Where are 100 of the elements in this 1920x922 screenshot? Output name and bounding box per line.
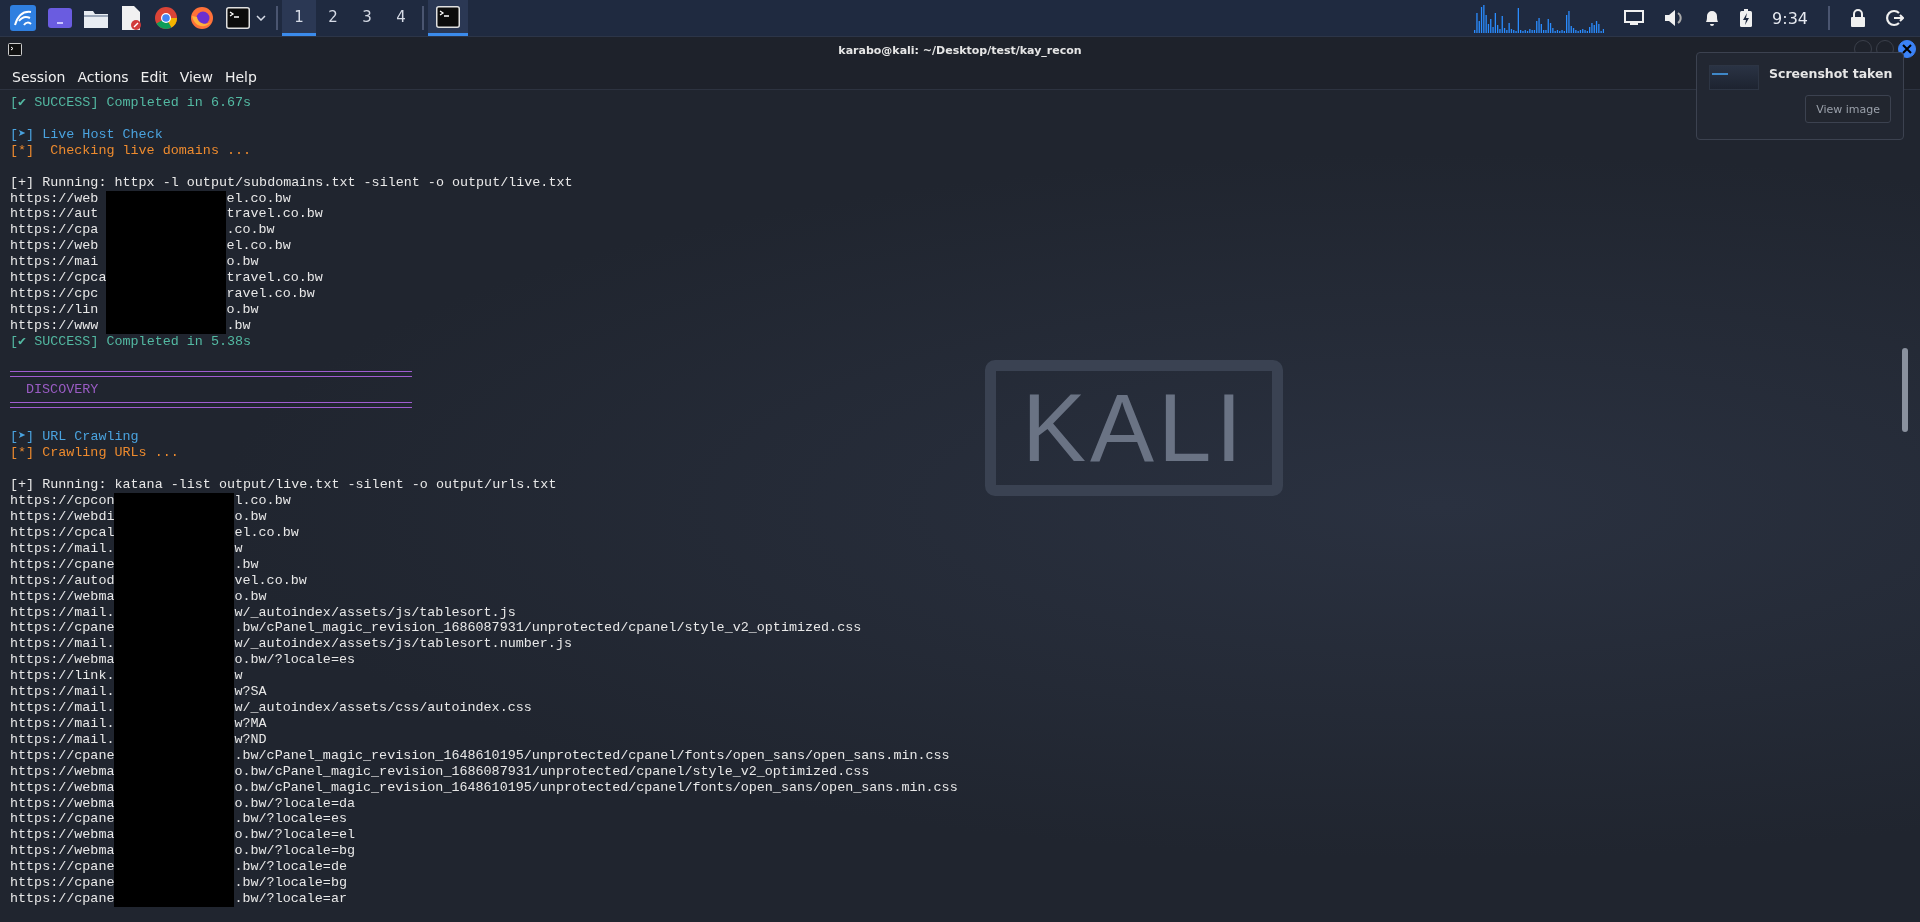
url-text: .bw xyxy=(234,556,260,573)
url-text: o.bw xyxy=(234,508,268,525)
wallpaper-logo: KALI xyxy=(985,360,1284,496)
menu-item[interactable]: View xyxy=(173,68,219,85)
menu-item[interactable]: Edit xyxy=(134,68,174,85)
url-text: https://cpa xyxy=(10,222,100,239)
url-text: https://webma xyxy=(10,763,115,780)
url-text: .bw xyxy=(226,317,252,334)
folder-icon[interactable] xyxy=(84,8,108,28)
url-text: https://mail. xyxy=(10,684,115,701)
url-text: o.bw xyxy=(226,302,260,318)
clock-time[interactable]: 9:34 xyxy=(1772,8,1808,28)
step-heading: [➤] Live Host Check xyxy=(10,126,163,143)
url-text: el.co.bw xyxy=(226,190,292,207)
url-text: o.bw xyxy=(234,588,268,605)
url-text: o.bw/?locale=es xyxy=(234,652,356,669)
volume-icon[interactable] xyxy=(1664,9,1685,27)
terminal-icon[interactable] xyxy=(226,7,250,29)
url-text: https://web xyxy=(10,190,100,207)
terminal-icon xyxy=(436,5,460,28)
url-text: https://autod xyxy=(10,572,115,589)
url-text: https://mail. xyxy=(10,700,115,716)
url-text: https://mail. xyxy=(10,636,115,653)
url-text: https://link. xyxy=(10,668,115,685)
step-heading: [➤] URL Crawling xyxy=(10,429,139,446)
workspace-tab[interactable]: 4 xyxy=(384,0,418,36)
close-icon xyxy=(1902,44,1912,54)
view-image-button[interactable]: View image xyxy=(1805,95,1891,123)
url-text: travel.co.bw xyxy=(226,206,323,223)
url-text: https://cpcon xyxy=(10,493,115,509)
workspace-tab[interactable]: 2 xyxy=(316,0,350,36)
url-text: https://webma xyxy=(10,588,115,605)
url-text: https://cpane xyxy=(10,556,115,573)
url-text: https://cpane xyxy=(10,811,115,828)
workspace-tab[interactable]: 3 xyxy=(350,0,384,36)
url-text: https://lin xyxy=(10,302,100,318)
url-text: .bw/?locale=bg xyxy=(234,875,348,892)
status-message: [*] Crawling URLs ... xyxy=(10,445,179,462)
url-text: o.bw/?locale=da xyxy=(234,795,356,812)
url-text: .bw/cPanel_magic_revision_1648610195/unprotected/cpanel/fonts/open_sans/open_sans.min.css xyxy=(234,747,951,764)
status-message: [*] Checking live domains ... xyxy=(10,142,252,159)
url-text: https://mail. xyxy=(10,715,115,732)
logout-icon[interactable] xyxy=(1886,9,1904,27)
url-text: https://www xyxy=(10,317,100,334)
url-text: https://webdi xyxy=(10,508,115,525)
workspace-tab[interactable]: 1 xyxy=(282,0,316,36)
url-text: w xyxy=(234,540,244,557)
url-text: https://mail. xyxy=(10,604,115,621)
url-text: el.co.bw xyxy=(234,524,300,541)
url-text: w/_autoindex/assets/css/autoindex.css xyxy=(234,700,533,716)
url-text: o.bw/?locale=bg xyxy=(234,843,356,860)
notification-title: Screenshot taken xyxy=(1769,66,1893,81)
url-text: o.bw xyxy=(226,254,260,271)
url-text: https://cpane xyxy=(10,891,115,907)
url-text: .bw/?locale=de xyxy=(234,859,348,876)
section-heading: DISCOVERY xyxy=(25,381,99,398)
menu-item[interactable]: Actions xyxy=(71,68,135,85)
success-message: [✔ SUCCESS] Completed in 5.38s xyxy=(10,333,252,350)
lock-icon[interactable] xyxy=(1850,9,1866,27)
scrollbar-thumb[interactable] xyxy=(1902,348,1908,432)
url-text: w/_autoindex/assets/js/tablesort.js xyxy=(234,604,517,621)
url-text: o.bw/?locale=el xyxy=(234,827,356,844)
url-text: https://webma xyxy=(10,843,115,860)
url-text: https://cpcal xyxy=(10,524,115,541)
menu-item[interactable]: Help xyxy=(218,68,263,85)
url-text: https://web xyxy=(10,238,100,255)
url-text: https://webma xyxy=(10,652,115,669)
url-text: o.bw/cPanel_magic_revision_1686087931/unprotected/cpanel/style_v2_optimized.css xyxy=(234,763,871,780)
url-text: https://webma xyxy=(10,795,115,812)
success-message: [✔ SUCCESS] Completed in 6.67s xyxy=(10,95,252,111)
caret-icon[interactable] xyxy=(256,15,266,21)
url-text: vel.co.bw xyxy=(234,572,308,589)
battery-charging-icon[interactable] xyxy=(1740,9,1753,27)
command-line: [+] Running: katana -list output/live.txt -silent -o output/urls.txt xyxy=(10,477,557,494)
url-text: w?SA xyxy=(234,684,268,701)
menu-item[interactable]: Session xyxy=(6,68,72,85)
url-text: w?MA xyxy=(234,715,268,732)
terminal-task-button[interactable] xyxy=(428,0,468,36)
url-text: https://webma xyxy=(10,779,115,796)
url-text: el.co.bw xyxy=(226,238,292,255)
url-text: https://mail. xyxy=(10,731,115,748)
desktop-icon[interactable] xyxy=(48,8,72,28)
text-editor-icon[interactable] xyxy=(120,6,142,30)
url-text: .bw/?locale=es xyxy=(234,811,348,828)
url-text: l.co.bw xyxy=(234,493,292,509)
url-text: https://cpane xyxy=(10,620,115,637)
url-text: https://mai xyxy=(10,254,100,271)
url-text: ravel.co.bw xyxy=(226,286,316,302)
bell-icon[interactable] xyxy=(1704,9,1721,27)
url-text: travel.co.bw xyxy=(226,270,323,287)
url-text: https://cpane xyxy=(10,875,115,892)
url-text: https://aut xyxy=(10,206,100,223)
command-line: [+] Running: httpx -l output/subdomains.txt -silent -o output/live.txt xyxy=(10,174,573,191)
display-icon[interactable] xyxy=(1624,10,1645,26)
terminal-icon xyxy=(8,43,22,56)
url-text: https://cpca xyxy=(10,270,107,287)
screenshot-thumbnail[interactable] xyxy=(1709,65,1759,90)
url-text: https://mail. xyxy=(10,540,115,557)
window-title: karabo@kali: ~/Desktop/test/kay_recon xyxy=(838,44,1082,57)
close-button[interactable] xyxy=(1898,40,1916,58)
